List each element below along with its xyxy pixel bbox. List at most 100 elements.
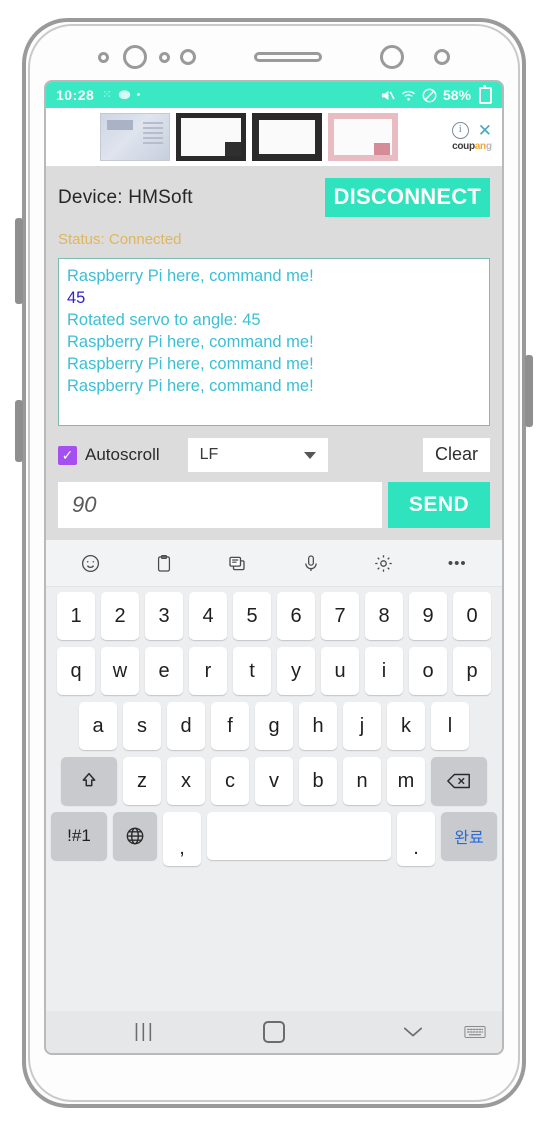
dark-frame-thumbnail[interactable] bbox=[176, 113, 246, 161]
terminal-log-box[interactable]: Raspberry Pi here, command me! 45 Rotate… bbox=[58, 258, 490, 426]
key-r[interactable]: r bbox=[189, 647, 227, 695]
key-m[interactable]: m bbox=[387, 757, 425, 805]
key-x[interactable]: x bbox=[167, 757, 205, 805]
key-7[interactable]: 7 bbox=[321, 592, 359, 640]
shift-key[interactable] bbox=[61, 757, 117, 805]
key-6[interactable]: 6 bbox=[277, 592, 315, 640]
status-bar-system-icons: 58% bbox=[380, 84, 492, 104]
status-bar: 10:28 ⁙ • 58% bbox=[46, 82, 502, 108]
key-f[interactable]: f bbox=[211, 702, 249, 750]
app-main-content: Device: HMSoft DISCONNECT Status: Connec… bbox=[46, 166, 502, 540]
keyboard-switcher-button[interactable] bbox=[464, 1024, 486, 1040]
hide-keyboard-button[interactable] bbox=[402, 1025, 424, 1039]
microphone-icon[interactable] bbox=[296, 548, 326, 578]
pink-frame-thumbnail[interactable] bbox=[328, 113, 398, 161]
symbols-key[interactable]: !#1 bbox=[51, 812, 107, 860]
keyboard-row-home: a s d f g h j k l bbox=[50, 702, 498, 750]
device-name-label: Device: HMSoft bbox=[58, 186, 193, 208]
clear-button[interactable]: Clear bbox=[422, 438, 490, 472]
advertisement-banner[interactable]: i ✕ coupang bbox=[46, 108, 502, 166]
line-ending-value: LF bbox=[199, 446, 219, 463]
key-p[interactable]: p bbox=[453, 647, 491, 695]
ad-thumbnail-list[interactable] bbox=[100, 113, 398, 161]
language-globe-icon[interactable] bbox=[113, 812, 157, 860]
coupang-logo: coupang bbox=[452, 141, 492, 152]
volume-up-button[interactable] bbox=[15, 218, 23, 304]
line-ending-select[interactable]: LF bbox=[187, 438, 328, 472]
key-h[interactable]: h bbox=[299, 702, 337, 750]
key-q[interactable]: q bbox=[57, 647, 95, 695]
proximity-sensor-icon bbox=[180, 49, 196, 65]
key-g[interactable]: g bbox=[255, 702, 293, 750]
emoji-icon[interactable] bbox=[76, 548, 106, 578]
key-v[interactable]: v bbox=[255, 757, 293, 805]
close-icon[interactable]: ✕ bbox=[478, 122, 492, 139]
key-t[interactable]: t bbox=[233, 647, 271, 695]
on-screen-keyboard: ••• 1 2 3 4 5 6 7 8 9 0 q w e r t y u i … bbox=[46, 540, 502, 1011]
keyboard-row-function: !#1 , . 완료 bbox=[50, 812, 498, 866]
coupang-logo-part2: an bbox=[474, 141, 486, 152]
key-c[interactable]: c bbox=[211, 757, 249, 805]
key-n[interactable]: n bbox=[343, 757, 381, 805]
key-8[interactable]: 8 bbox=[365, 592, 403, 640]
sticker-icon[interactable] bbox=[222, 548, 252, 578]
key-4[interactable]: 4 bbox=[189, 592, 227, 640]
battery-percent-label: 58% bbox=[442, 87, 471, 103]
keyboard-row-bottom-letters: z x c v b n m bbox=[50, 757, 498, 805]
sensor-dot-icon bbox=[434, 49, 450, 65]
home-square-icon bbox=[263, 1021, 285, 1043]
key-k[interactable]: k bbox=[387, 702, 425, 750]
key-9[interactable]: 9 bbox=[409, 592, 447, 640]
key-z[interactable]: z bbox=[123, 757, 161, 805]
send-button[interactable]: SEND bbox=[388, 482, 490, 528]
key-s[interactable]: s bbox=[123, 702, 161, 750]
key-3[interactable]: 3 bbox=[145, 592, 183, 640]
key-b[interactable]: b bbox=[299, 757, 337, 805]
key-5[interactable]: 5 bbox=[233, 592, 271, 640]
key-a[interactable]: a bbox=[79, 702, 117, 750]
backspace-key[interactable] bbox=[431, 757, 487, 805]
key-comma[interactable]: , bbox=[163, 812, 201, 866]
settings-gear-icon[interactable] bbox=[369, 548, 399, 578]
clipboard-icon[interactable] bbox=[149, 548, 179, 578]
key-u[interactable]: u bbox=[321, 647, 359, 695]
volume-down-button[interactable] bbox=[15, 400, 23, 462]
disconnect-button[interactable]: DISCONNECT bbox=[324, 178, 490, 217]
earpiece-speaker bbox=[254, 52, 322, 62]
power-button[interactable] bbox=[525, 355, 533, 427]
key-period[interactable]: . bbox=[397, 812, 435, 866]
sensor-dot-icon bbox=[98, 51, 109, 63]
key-j[interactable]: j bbox=[343, 702, 381, 750]
home-button[interactable] bbox=[263, 1021, 285, 1043]
done-key[interactable]: 완료 bbox=[441, 812, 497, 860]
key-l[interactable]: l bbox=[431, 702, 469, 750]
system-navigation-bar: ||| bbox=[46, 1011, 502, 1053]
key-i[interactable]: i bbox=[365, 647, 403, 695]
status-bar-notification-icons: ⁙ • bbox=[102, 89, 140, 102]
key-2[interactable]: 2 bbox=[101, 592, 139, 640]
coupang-logo-part1: coup bbox=[452, 141, 475, 152]
keyboard-toolbar: ••• bbox=[46, 540, 502, 587]
send-input[interactable]: 90 bbox=[58, 482, 382, 528]
chevron-down-icon[interactable] bbox=[303, 451, 316, 459]
space-key[interactable] bbox=[207, 812, 391, 860]
key-w[interactable]: w bbox=[101, 647, 139, 695]
send-row: 90 SEND bbox=[58, 482, 490, 540]
key-e[interactable]: e bbox=[145, 647, 183, 695]
pcb-board-thumbnail[interactable] bbox=[100, 113, 170, 161]
black-frame-thumbnail[interactable] bbox=[252, 113, 322, 161]
wifi-icon bbox=[401, 90, 415, 101]
recents-button[interactable]: ||| bbox=[134, 1021, 155, 1043]
key-y[interactable]: y bbox=[277, 647, 315, 695]
key-o[interactable]: o bbox=[409, 647, 447, 695]
front-camera-icon bbox=[123, 45, 147, 69]
key-1[interactable]: 1 bbox=[57, 592, 95, 640]
key-0[interactable]: 0 bbox=[453, 592, 491, 640]
coupang-logo-part3: g bbox=[485, 141, 492, 152]
dot-icon: • bbox=[136, 88, 141, 101]
info-icon[interactable]: i bbox=[451, 122, 469, 139]
autoscroll-check-icon[interactable]: ✓ bbox=[58, 445, 77, 465]
more-options-icon[interactable]: ••• bbox=[442, 548, 472, 578]
key-d[interactable]: d bbox=[167, 702, 205, 750]
autoscroll-checkbox[interactable]: ✓ Autoscroll bbox=[58, 445, 160, 465]
